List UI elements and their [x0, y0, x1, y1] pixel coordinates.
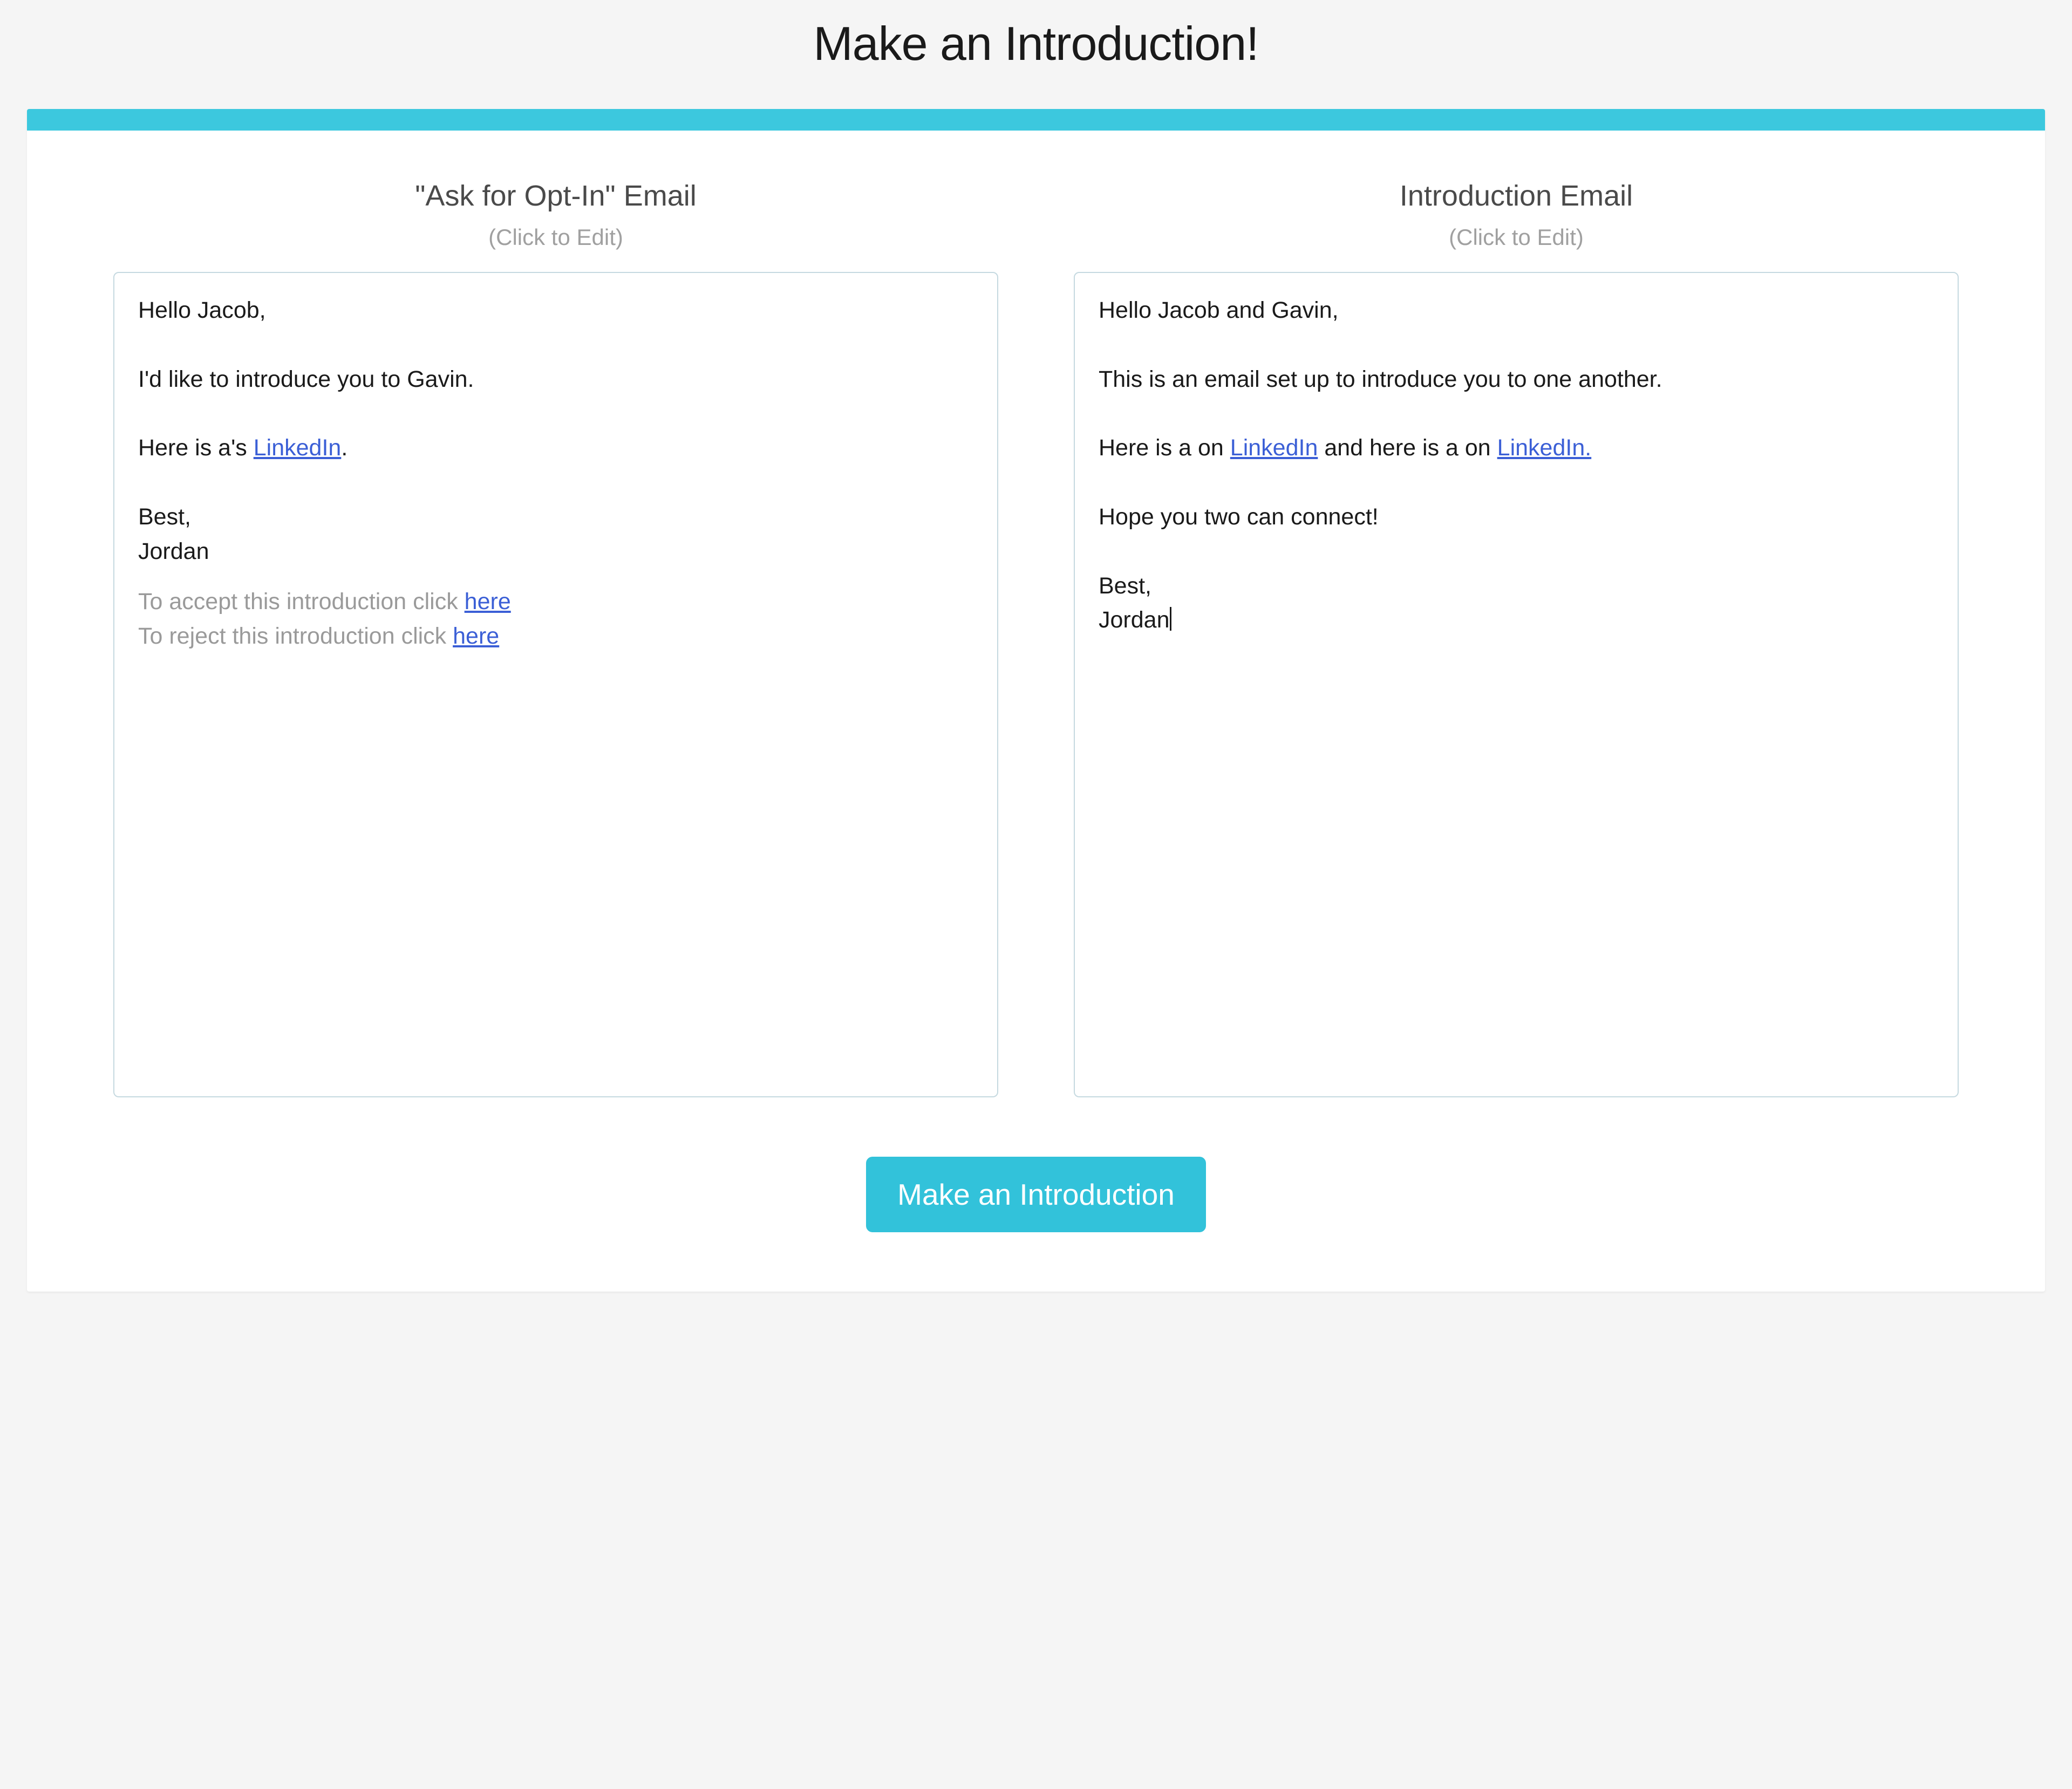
optin-greeting: Hello Jacob, [138, 293, 973, 328]
optin-accept-line: To accept this introduction click here [138, 585, 973, 619]
optin-closing1: Best, [138, 500, 973, 535]
optin-line1: I'd like to introduce you to Gavin. [138, 363, 973, 397]
make-introduction-button[interactable]: Make an Introduction [866, 1157, 1206, 1232]
optin-column: "Ask for Opt-In" Email (Click to Edit) H… [113, 179, 998, 1097]
intro-greeting: Hello Jacob and Gavin, [1099, 293, 1934, 328]
optin-email-editor[interactable]: Hello Jacob, I'd like to introduce you t… [113, 272, 998, 1097]
page-title: Make an Introduction! [11, 16, 2061, 71]
intro-linkedin-link-2[interactable]: LinkedIn. [1497, 435, 1592, 461]
optin-column-subtitle: (Click to Edit) [113, 224, 998, 250]
optin-accept-prefix: To accept this introduction click [138, 589, 465, 614]
optin-line2-suffix: . [341, 435, 347, 461]
optin-accept-link[interactable]: here [465, 589, 511, 614]
intro-line3: Hope you two can connect! [1099, 500, 1934, 535]
optin-reject-line: To reject this introduction click here [138, 619, 973, 654]
optin-reject-prefix: To reject this introduction click [138, 623, 453, 649]
intro-line2-mid: and here is a on [1318, 435, 1497, 461]
intro-column-subtitle: (Click to Edit) [1074, 224, 1959, 250]
intro-column: Introduction Email (Click to Edit) Hello… [1074, 179, 1959, 1097]
optin-line2: Here is a's LinkedIn. [138, 431, 973, 466]
optin-line2-prefix: Here is a's [138, 435, 254, 461]
optin-reject-link[interactable]: here [453, 623, 499, 649]
optin-closing2: Jordan [138, 535, 973, 569]
optin-linkedin-link[interactable]: LinkedIn [254, 435, 342, 461]
intro-email-editor[interactable]: Hello Jacob and Gavin, This is an email … [1074, 272, 1959, 1097]
intro-line2-prefix: Here is a on [1099, 435, 1230, 461]
intro-closing2: Jordan [1099, 603, 1934, 638]
main-card: "Ask for Opt-In" Email (Click to Edit) H… [27, 109, 2045, 1292]
intro-column-title: Introduction Email [1074, 179, 1959, 213]
card-accent-bar [27, 109, 2045, 131]
intro-line2: Here is a on LinkedIn and here is a on L… [1099, 431, 1934, 466]
intro-line1: This is an email set up to introduce you… [1099, 363, 1934, 397]
columns-wrapper: "Ask for Opt-In" Email (Click to Edit) H… [113, 179, 1959, 1097]
intro-linkedin-link-1[interactable]: LinkedIn [1230, 435, 1318, 461]
button-row: Make an Introduction [113, 1157, 1959, 1232]
intro-closing1: Best, [1099, 569, 1934, 604]
card-body: "Ask for Opt-In" Email (Click to Edit) H… [27, 131, 2045, 1292]
optin-column-title: "Ask for Opt-In" Email [113, 179, 998, 213]
